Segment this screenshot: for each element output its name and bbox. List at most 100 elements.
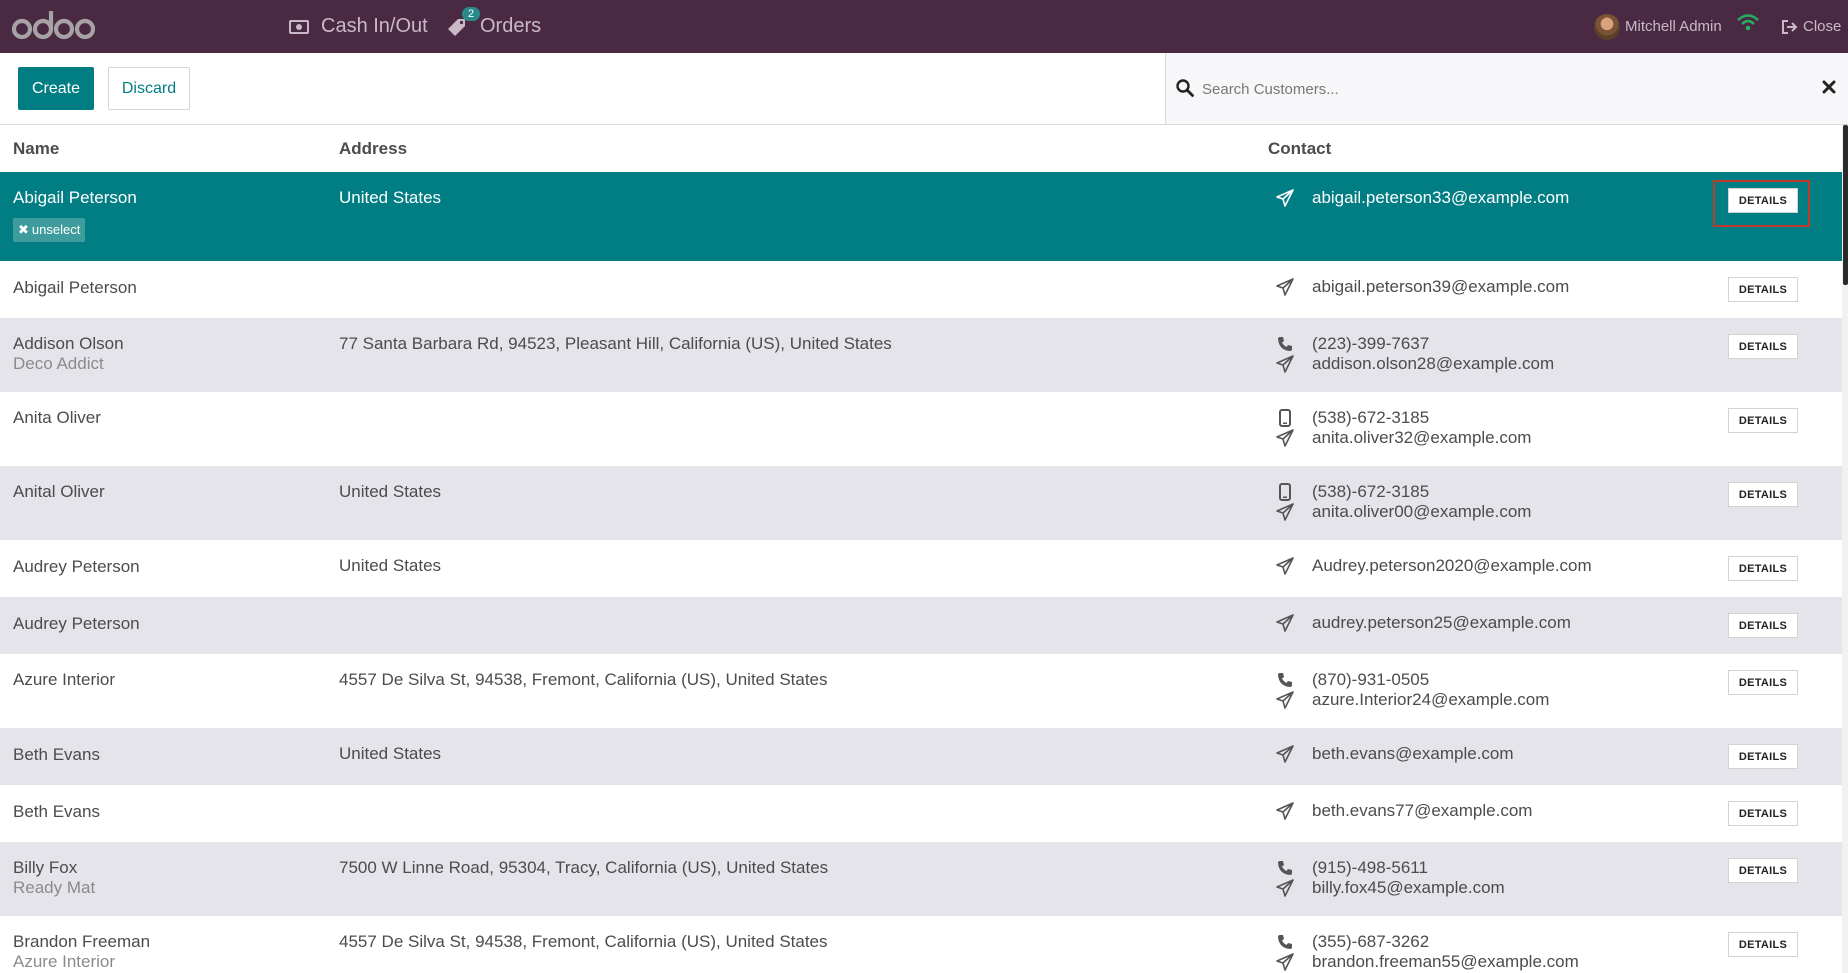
phone-line: (538)-672-3185 xyxy=(1275,408,1531,428)
paper-plane-icon xyxy=(1275,278,1295,296)
details-button[interactable]: DETAILS xyxy=(1728,613,1798,638)
paper-plane-icon xyxy=(1275,879,1295,897)
details-button[interactable]: DETAILS xyxy=(1728,408,1798,433)
phone-icon xyxy=(1275,672,1295,688)
name-cell: Addison Olson Deco Addict xyxy=(13,334,124,374)
email-address: azure.Interior24@example.com xyxy=(1312,690,1550,709)
orders-badge: 2 xyxy=(462,6,480,21)
email-address: addison.olson28@example.com xyxy=(1312,354,1555,373)
phone-icon xyxy=(1275,860,1295,876)
table-row[interactable]: Billy Fox Ready Mat 7500 W Linne Road, 953… xyxy=(0,842,1842,916)
table-row[interactable]: Addison Olson Deco Addict 77 Santa Barbara… xyxy=(0,318,1842,392)
scrollbar-thumb[interactable] xyxy=(1843,125,1848,285)
close-label: Close xyxy=(1803,18,1842,35)
details-button[interactable]: DETAILS xyxy=(1728,801,1798,826)
customer-name: Brandon Freeman xyxy=(13,932,151,951)
contact-cell: beth.evans@example.com xyxy=(1275,744,1514,764)
close-button[interactable]: Close xyxy=(1781,0,1841,53)
unselect-label: unselect xyxy=(31,222,81,237)
phone-number: (538)-672-3185 xyxy=(1312,408,1430,427)
table-row[interactable]: Beth Evans beth.evans77@example.com DETAIL… xyxy=(0,785,1842,842)
customer-name: Abigail Peterson xyxy=(13,188,137,207)
address-cell: United States xyxy=(339,744,442,763)
control-bar: Create Discard xyxy=(0,53,1848,125)
address-cell: United States xyxy=(339,188,442,207)
details-button[interactable]: DETAILS xyxy=(1728,744,1798,769)
discard-button[interactable]: Discard xyxy=(108,67,190,110)
table-row[interactable]: Azure Interior 4557 De Silva St, 94538, F… xyxy=(0,654,1842,728)
contact-cell: (223)-399-7637 addison.olson28@example.co… xyxy=(1275,334,1554,374)
details-button[interactable]: DETAILS xyxy=(1728,858,1798,883)
address-cell: 4557 De Silva St, 94538, Fremont, Califo… xyxy=(339,932,828,951)
name-cell: Anital Oliver xyxy=(13,482,105,502)
paper-plane-icon xyxy=(1275,953,1295,971)
orders-label: Orders xyxy=(480,15,542,37)
mobile-icon xyxy=(1275,483,1295,501)
header-address: Address xyxy=(339,139,408,158)
clear-search-icon[interactable] xyxy=(1822,80,1836,99)
email-line: abigail.peterson39@example.com xyxy=(1275,277,1569,297)
email-address: audrey.peterson25@example.com xyxy=(1312,613,1571,632)
phone-number: (223)-399-7637 xyxy=(1312,334,1430,353)
address-cell: 4557 De Silva St, 94538, Fremont, Califo… xyxy=(339,670,828,689)
create-button[interactable]: Create xyxy=(18,67,94,110)
address-cell: United States xyxy=(339,482,442,501)
search-input[interactable] xyxy=(1200,75,1764,103)
name-cell: Azure Interior xyxy=(13,670,115,690)
contact-cell: (538)-672-3185 anita.oliver32@example.com xyxy=(1275,408,1531,448)
name-cell: Brandon Freeman Azure Interior xyxy=(13,932,150,972)
paper-plane-icon xyxy=(1275,503,1295,521)
email-line: brandon.freeman55@example.com xyxy=(1275,952,1579,972)
details-button[interactable]: DETAILS xyxy=(1728,277,1798,302)
paper-plane-icon xyxy=(1275,429,1295,447)
user-menu[interactable]: Mitchell Admin xyxy=(1594,0,1722,53)
table-row[interactable]: Abigail Peterson abigail.peterson39@examp… xyxy=(0,261,1842,318)
name-cell: Audrey Peterson xyxy=(13,557,140,577)
user-name: Mitchell Admin xyxy=(1625,18,1722,35)
table-row[interactable]: Anital Oliver United States (538)-672-3185… xyxy=(0,466,1842,540)
table-row[interactable]: Beth Evans United States beth.evans@exampl… xyxy=(0,728,1842,785)
unselect-tag[interactable]: ✖ unselect xyxy=(13,218,86,242)
email-line: abigail.peterson33@example.com xyxy=(1275,188,1569,208)
email-address: anita.oliver32@example.com xyxy=(1312,428,1532,447)
name-cell: Anita Oliver xyxy=(13,408,101,428)
details-button[interactable]: DETAILS xyxy=(1728,482,1798,507)
wifi-icon xyxy=(1737,14,1759,37)
cash-in-out-button[interactable]: Cash In/Out xyxy=(289,0,428,53)
details-button[interactable]: DETAILS xyxy=(1728,670,1798,695)
phone-number: (355)-687-3262 xyxy=(1312,932,1430,951)
orders-button[interactable]: 2 Orders xyxy=(446,0,541,53)
contact-cell: (915)-498-5611 billy.fox45@example.com xyxy=(1275,858,1505,898)
details-button[interactable]: DETAILS xyxy=(1728,932,1798,957)
details-button[interactable]: DETAILS xyxy=(1728,334,1798,359)
phone-number: (538)-672-3185 xyxy=(1312,482,1430,501)
table-row[interactable]: Anita Oliver (538)-672-3185 anita.oliver32… xyxy=(0,392,1842,466)
contact-cell: beth.evans77@example.com xyxy=(1275,801,1532,821)
name-cell: Abigail Peterson ✖ unselect xyxy=(13,188,137,242)
table-row[interactable]: Brandon Freeman Azure Interior 4557 De Sil… xyxy=(0,916,1842,973)
customer-name: Azure Interior xyxy=(13,670,116,689)
email-address: abigail.peterson33@example.com xyxy=(1312,188,1570,207)
table-row[interactable]: Audrey Peterson audrey.peterson25@example… xyxy=(0,597,1842,654)
email-line: beth.evans77@example.com xyxy=(1275,801,1532,821)
customer-name: Abigail Peterson xyxy=(13,278,137,297)
paper-plane-icon xyxy=(1275,691,1295,709)
email-line: addison.olson28@example.com xyxy=(1275,354,1554,374)
header-contact: Contact xyxy=(1268,139,1332,158)
customer-name: Beth Evans xyxy=(13,745,100,764)
contact-cell: audrey.peterson25@example.com xyxy=(1275,613,1571,633)
paper-plane-icon xyxy=(1275,745,1295,763)
phone-line: (870)-931-0505 xyxy=(1275,670,1549,690)
details-button[interactable]: DETAILS xyxy=(1728,556,1798,581)
table-row[interactable]: Abigail Peterson ✖ unselect United States ab… xyxy=(0,172,1842,261)
name-cell: Beth Evans xyxy=(13,745,100,765)
email-line: azure.Interior24@example.com xyxy=(1275,690,1549,710)
search-icon xyxy=(1176,79,1194,102)
customer-name: Billy Fox xyxy=(13,858,78,877)
customer-table: Name Address Contact Abigail Peterson ✖ un… xyxy=(0,125,1842,973)
paper-plane-icon xyxy=(1275,355,1295,373)
table-row[interactable]: Audrey Peterson United States Audrey.peter… xyxy=(0,540,1842,597)
email-line: Audrey.peterson2020@example.com xyxy=(1275,556,1592,576)
money-icon xyxy=(289,19,309,34)
phone-number: (915)-498-5611 xyxy=(1312,858,1428,877)
